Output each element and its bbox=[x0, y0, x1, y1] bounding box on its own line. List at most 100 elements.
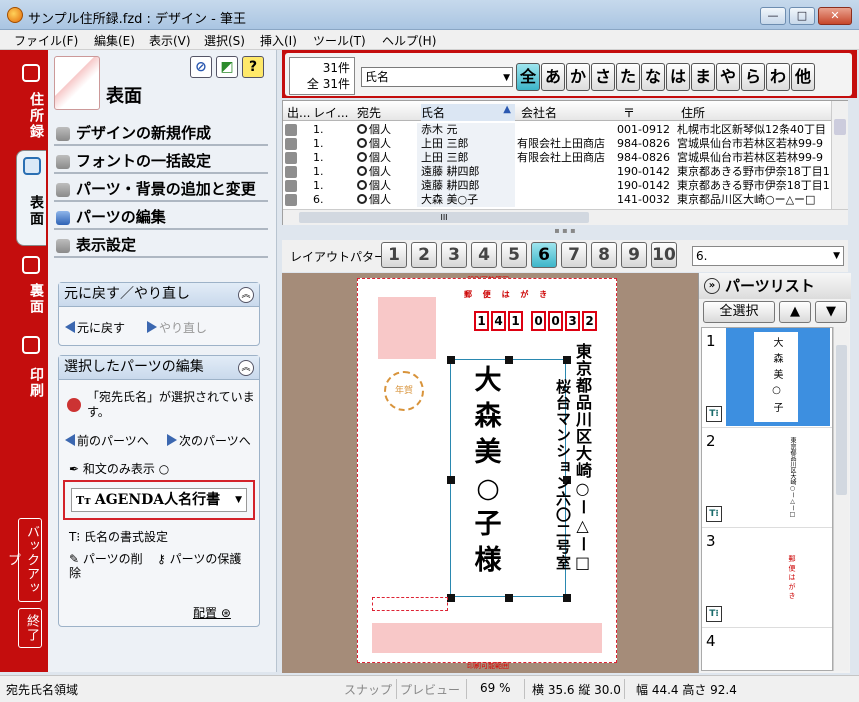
menu-tools[interactable]: ツール(T) bbox=[313, 32, 366, 49]
menu-insert[interactable]: 挿入(I) bbox=[260, 32, 297, 49]
splitter-handle[interactable]: ▪ ▪ ▪ bbox=[282, 226, 848, 238]
col-print[interactable]: 出... bbox=[287, 104, 310, 121]
table-row[interactable]: 1. 個人 上田 三郎 有限会社上田商店 984-0826 宮城県仙台市若林区若林99-9 bbox=[283, 151, 848, 165]
kana-ta[interactable]: た bbox=[616, 63, 640, 91]
layout-pattern-3[interactable]: 3 bbox=[441, 242, 467, 268]
layout-pattern-5[interactable]: 5 bbox=[501, 242, 527, 268]
name-format-link[interactable]: T⁝ 氏名の書式設定 bbox=[69, 528, 168, 545]
layout-pattern-1[interactable]: 1 bbox=[381, 242, 407, 268]
protect-part-link[interactable]: ⚷ パーツの保護 bbox=[157, 552, 257, 566]
menu-parts-bg[interactable]: パーツ・背景の追加と変更 bbox=[54, 178, 268, 202]
kana-ka[interactable]: か bbox=[566, 63, 590, 91]
resize-handle[interactable] bbox=[447, 356, 455, 364]
menu-edit[interactable]: 編集(E) bbox=[94, 32, 135, 49]
tab-front[interactable]: 表面 bbox=[16, 150, 46, 246]
col-name[interactable]: 氏名 ▲ bbox=[421, 104, 515, 121]
tab-back[interactable]: 裏面 bbox=[16, 250, 46, 322]
layout-pattern-2[interactable]: 2 bbox=[411, 242, 437, 268]
part-item[interactable]: 2 T⁝ 東京都品川区大崎○ー△ー□ bbox=[702, 428, 832, 528]
kana-ma[interactable]: ま bbox=[691, 63, 715, 91]
menu-font-batch[interactable]: フォントの一括設定 bbox=[54, 150, 268, 174]
layout-pattern-8[interactable]: 8 bbox=[591, 242, 617, 268]
kana-other[interactable]: 他 bbox=[791, 63, 815, 91]
table-row[interactable]: 1. 個人 遠藤 耕四郎 190-0142 東京都あきる野市伊奈18丁目1 bbox=[283, 165, 848, 179]
japanese-only-toggle[interactable]: ✒ 和文のみ表示 ○ bbox=[69, 460, 169, 477]
menu-help[interactable]: ヘルプ(H) bbox=[382, 32, 436, 49]
kana-ya[interactable]: や bbox=[716, 63, 740, 91]
next-part-link[interactable]: 次のパーツへ bbox=[167, 432, 251, 449]
table-row[interactable]: 6. 個人 大森 美○子 141-0032 東京都品川区大崎○ー△ー□ bbox=[283, 193, 848, 207]
layout-select[interactable]: 6. ▼ bbox=[692, 246, 844, 266]
resize-handle[interactable] bbox=[505, 594, 513, 602]
collapse-icon[interactable]: » bbox=[704, 278, 720, 294]
menu-view[interactable]: 表示(V) bbox=[149, 32, 191, 49]
collapse-icon[interactable]: ︽ bbox=[238, 287, 254, 303]
resize-handle[interactable] bbox=[447, 476, 455, 484]
layout-pattern-6[interactable]: 6 bbox=[531, 242, 557, 268]
address-line-1[interactable]: 東京都品川区大崎○ー△ー□ bbox=[572, 343, 594, 573]
exit-button[interactable]: 終了 bbox=[18, 608, 42, 648]
scroll-thumb[interactable] bbox=[834, 119, 846, 135]
kana-all[interactable]: 全 bbox=[516, 63, 540, 91]
beginner-mark-icon[interactable]: ◩ bbox=[216, 56, 238, 78]
sort-select[interactable]: 氏名 ▼ bbox=[361, 67, 513, 87]
part-item[interactable]: 3 T⁝ 郵 便 は が き bbox=[702, 528, 832, 628]
snap-toggle[interactable]: スナップ bbox=[344, 681, 392, 698]
part-item[interactable]: 1 T⁝ 大森美○子様 bbox=[702, 328, 832, 428]
col-address[interactable]: 住所 bbox=[681, 104, 705, 121]
layout-pattern-9[interactable]: 9 bbox=[621, 242, 647, 268]
hscroll-thumb[interactable]: III bbox=[299, 212, 589, 223]
redo-link[interactable]: やり直し bbox=[147, 319, 207, 336]
col-zip[interactable]: 〒 bbox=[623, 104, 635, 121]
resize-handle[interactable] bbox=[563, 594, 571, 602]
prev-part-link[interactable]: 前のパーツへ bbox=[65, 432, 149, 449]
kana-ra[interactable]: ら bbox=[741, 63, 765, 91]
kana-sa[interactable]: さ bbox=[591, 63, 615, 91]
tab-print[interactable]: 印刷 bbox=[16, 330, 46, 410]
close-button[interactable]: ✕ bbox=[818, 7, 852, 25]
move-up-button[interactable]: ▲ bbox=[779, 301, 811, 323]
table-row[interactable]: 1. 個人 上田 三郎 有限会社上田商店 984-0826 宮城県仙台市若林区若林99-9 bbox=[283, 137, 848, 151]
table-vscroll[interactable] bbox=[831, 101, 848, 209]
layout-pattern-4[interactable]: 4 bbox=[471, 242, 497, 268]
menu-display-settings[interactable]: 表示設定 bbox=[54, 234, 268, 258]
delete-part-link[interactable]: ✎ パーツの削除 bbox=[69, 552, 149, 580]
kana-ha[interactable]: は bbox=[666, 63, 690, 91]
col-dest[interactable]: 宛先 bbox=[357, 104, 381, 121]
menu-new-design[interactable]: デザインの新規作成 bbox=[54, 122, 268, 146]
table-row[interactable]: 1. 個人 赤木 元 001-0912 札幌市北区新琴似12条40丁目 bbox=[283, 123, 848, 137]
address-line-2[interactable]: 桜台マンション六〇二号室 bbox=[552, 379, 574, 579]
col-company[interactable]: 会社名 bbox=[521, 104, 557, 121]
resize-handle[interactable] bbox=[447, 594, 455, 602]
layout-pattern-10[interactable]: 10 bbox=[651, 242, 677, 268]
table-row[interactable]: 1. 個人 遠藤 耕四郎 190-0142 東京都あきる野市伊奈18丁目1 bbox=[283, 179, 848, 193]
font-select[interactable]: Tт AGENDA人名行書 ▼ bbox=[71, 488, 247, 512]
resize-handle[interactable] bbox=[505, 356, 513, 364]
select-all-button[interactable]: 全選択 bbox=[703, 301, 775, 323]
preview-toggle[interactable]: プレビュー bbox=[400, 681, 460, 698]
kana-wa[interactable]: わ bbox=[766, 63, 790, 91]
table-hscroll[interactable]: III bbox=[283, 209, 848, 225]
kana-a[interactable]: あ bbox=[541, 63, 565, 91]
move-down-button[interactable]: ▼ bbox=[815, 301, 847, 323]
parts-vscroll[interactable] bbox=[833, 327, 849, 671]
part-item[interactable]: 4T⁝ bbox=[702, 628, 832, 670]
no-entry-icon[interactable]: ⊘ bbox=[190, 56, 212, 78]
undo-link[interactable]: 元に戻す bbox=[65, 319, 125, 336]
help-icon[interactable]: ? bbox=[242, 56, 264, 78]
menu-file[interactable]: ファイル(F) bbox=[14, 32, 78, 49]
minimize-button[interactable]: — bbox=[760, 7, 786, 25]
kana-na[interactable]: な bbox=[641, 63, 665, 91]
placement-link[interactable]: 配置 ⊛ bbox=[193, 604, 231, 621]
app-icon[interactable] bbox=[7, 7, 23, 23]
collapse-icon[interactable]: ︽ bbox=[238, 360, 254, 376]
layout-pattern-7[interactable]: 7 bbox=[561, 242, 587, 268]
col-layout[interactable]: レイ... bbox=[313, 104, 348, 121]
menu-parts-edit[interactable]: パーツの編集 bbox=[54, 206, 268, 230]
recipient-name-frame[interactable]: 大森美 ○ 子様 bbox=[447, 356, 571, 602]
menu-select[interactable]: 選択(S) bbox=[204, 32, 245, 49]
maximize-button[interactable]: □ bbox=[789, 7, 815, 25]
tab-address-book[interactable]: 住所録 bbox=[16, 58, 46, 148]
design-canvas[interactable]: 印刷可能範囲 郵 便 は が き 1410032 年賀 大森美○子様 東京都品川… bbox=[282, 273, 698, 673]
scroll-thumb[interactable] bbox=[836, 345, 847, 495]
